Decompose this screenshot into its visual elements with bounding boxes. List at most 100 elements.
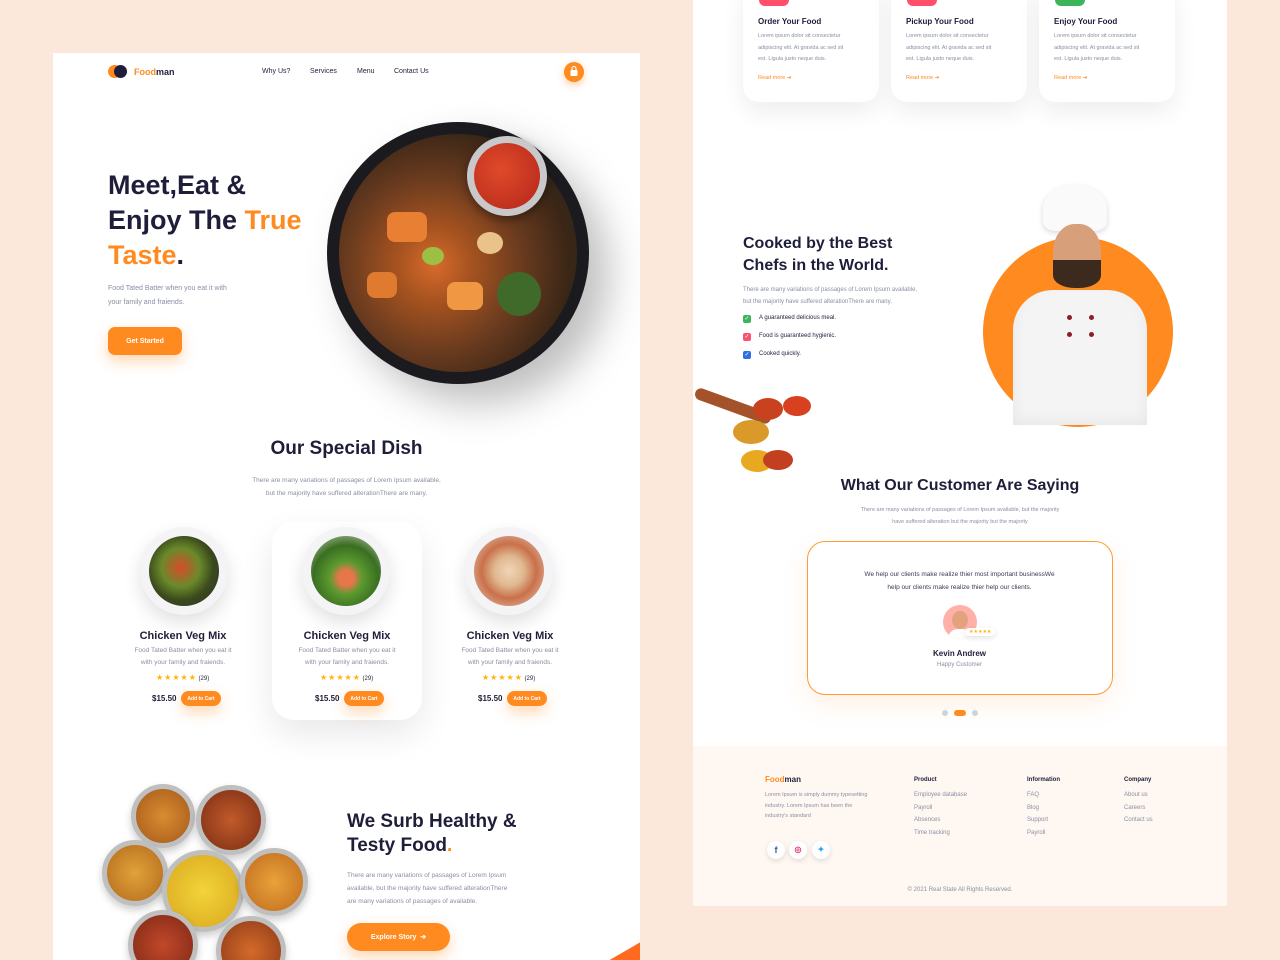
step-card-pickup[interactable]: Pickup Your Food Lorem ipsum dolor sit c…: [891, 0, 1027, 102]
footer-column-information: Information FAQ Blog Support Payroll: [1027, 777, 1060, 840]
healthy-food-title: We Surb Healthy & Testy Food.: [347, 811, 517, 856]
carousel-dot-active[interactable]: [954, 710, 966, 716]
dish-plate-image: [140, 527, 228, 615]
pickup-step-icon: [907, 0, 937, 6]
chefs-description: There are many variations of passages of…: [743, 287, 918, 305]
home-page-panel-continued: Order Your Food Lorem ipsum dolor sit co…: [693, 0, 1227, 906]
testimonial-card: We help our clients make realize thier m…: [807, 541, 1113, 695]
footer-link[interactable]: FAQ: [1027, 789, 1060, 802]
add-to-cart-button[interactable]: Add to Cart: [507, 691, 547, 706]
special-dish-title: Our Special Dish: [270, 438, 423, 459]
footer-about: Lorem Ipsum is simply dummy typesetting i…: [765, 792, 868, 819]
twitter-icon[interactable]: ✦: [812, 841, 830, 859]
dish-card-description: Food Tated Batter when you eat it with y…: [298, 647, 396, 666]
dish-card-rating: ★★★★★ (29): [320, 673, 374, 682]
instagram-icon[interactable]: ◎: [789, 841, 807, 859]
copyright-text: © 2021 Real State All Rights Reserved.: [907, 887, 1013, 893]
step-title: Order Your Food: [758, 17, 822, 26]
order-step-icon: [759, 0, 789, 6]
footer-link[interactable]: Payroll: [914, 802, 967, 815]
logo-text[interactable]: Foodman: [134, 67, 175, 77]
dish-card-title: Chicken Veg Mix: [303, 630, 391, 642]
dish-plate-image: [302, 527, 390, 615]
home-page-panel: Foodman Why Us? Services Menu Contact Us…: [53, 53, 640, 960]
step-title: Enjoy Your Food: [1054, 17, 1118, 26]
add-to-cart-button[interactable]: Add to Cart: [181, 691, 221, 706]
decorative-corner-shape: [609, 930, 640, 960]
footer-link[interactable]: Payroll: [1027, 827, 1060, 840]
dish-card-title: Chicken Veg Mix: [466, 630, 554, 642]
facebook-icon[interactable]: f: [767, 841, 785, 859]
dish-card-price: $15.50: [152, 694, 177, 703]
logo-text-man: man: [156, 67, 175, 77]
footer-column-product: Product Employee database Payroll Absenc…: [914, 777, 967, 840]
testimonials-description: There are many variations of passages of…: [860, 507, 1060, 525]
testimonials-title: What Our Customer Are Saying: [840, 477, 1080, 494]
testimonial-quote: We help our clients make realize thier m…: [864, 571, 1055, 591]
footer: Foodman Lorem Ipsum is simply dummy type…: [693, 746, 1227, 906]
shopping-bag-icon: [570, 65, 578, 76]
footer-logo[interactable]: Foodman: [765, 775, 801, 784]
read-more-link[interactable]: Read more ➔: [1054, 75, 1087, 81]
footer-link[interactable]: Contact us: [1124, 814, 1153, 827]
footer-link[interactable]: Employee database: [914, 789, 967, 802]
dish-card-rating: ★★★★★ (29): [482, 673, 536, 682]
footer-link[interactable]: Time tracking: [914, 827, 967, 840]
nav-menu[interactable]: Menu: [357, 68, 375, 75]
customer-role: Happy Customer: [936, 662, 983, 668]
step-card-order[interactable]: Order Your Food Lorem ipsum dolor sit co…: [743, 0, 879, 102]
special-dish-description: There are many variations of passages of…: [252, 477, 441, 497]
carousel-dot[interactable]: [972, 710, 978, 716]
customer-name: Kevin Andrew: [932, 649, 987, 658]
dish-card-price: $15.50: [315, 694, 340, 703]
read-more-link[interactable]: Read more ➔: [758, 75, 791, 81]
dish-card-rating: ★★★★★ (29): [156, 673, 210, 682]
footer-link[interactable]: Support: [1027, 814, 1060, 827]
check-icon: ✓: [743, 315, 751, 323]
dish-card-description: Food Tated Batter when you eat it with y…: [134, 647, 232, 666]
footer-link[interactable]: Absences: [914, 814, 967, 827]
step-card-enjoy[interactable]: Enjoy Your Food Lorem ipsum dolor sit co…: [1039, 0, 1175, 102]
chef-image: [1005, 180, 1155, 425]
step-description: Lorem ipsum dolor sit consectetur adipisc…: [1054, 33, 1140, 62]
logo-text-food: Food: [134, 67, 156, 77]
hero-food-bowl-image: [327, 122, 589, 384]
chefs-title: Cooked by the Best Chefs in the World.: [743, 235, 893, 274]
feature-check-item: A guaranteed delicious meal.: [759, 315, 837, 321]
carousel-dot[interactable]: [942, 710, 948, 716]
spices-image: [693, 380, 818, 490]
dish-plate-image: [465, 527, 553, 615]
footer-column-company: Company About us Careers Contact us: [1124, 777, 1153, 827]
read-more-link[interactable]: Read more ➔: [906, 75, 939, 81]
hero-line-2: Enjoy The True: [108, 205, 302, 235]
footer-link[interactable]: About us: [1124, 789, 1153, 802]
logo-icon[interactable]: [108, 65, 128, 79]
curry-pots-image: [98, 780, 313, 960]
add-to-cart-button[interactable]: Add to Cart: [344, 691, 384, 706]
step-title: Pickup Your Food: [906, 17, 974, 26]
hero-line-1: Meet,Eat &: [108, 170, 247, 200]
get-started-button[interactable]: Get Started: [108, 327, 182, 355]
cart-button[interactable]: [564, 62, 584, 82]
nav-services[interactable]: Services: [310, 68, 337, 75]
dish-card-price: $15.50: [478, 694, 503, 703]
arrow-right-icon: ➔: [420, 934, 427, 941]
dish-card-description: Food Tated Batter when you eat it with y…: [461, 647, 559, 666]
explore-story-button[interactable]: Explore Story ➔: [347, 923, 450, 951]
rating-stars: ★★★★★: [965, 628, 996, 636]
step-description: Lorem ipsum dolor sit consectetur adipisc…: [906, 33, 992, 62]
check-icon: ✓: [743, 333, 751, 341]
dish-card-title: Chicken Veg Mix: [139, 630, 227, 642]
hero-headline: Meet,Eat & Enjoy The True Taste.: [108, 168, 302, 273]
enjoy-step-icon: [1055, 0, 1085, 6]
step-description: Lorem ipsum dolor sit consectetur adipisc…: [758, 33, 844, 62]
footer-link[interactable]: Careers: [1124, 802, 1153, 815]
healthy-food-description: There are many variations of passages of…: [347, 872, 508, 905]
footer-link[interactable]: Blog: [1027, 802, 1060, 815]
feature-check-item: Food is guaranteed hygienic.: [759, 333, 837, 339]
hero-description: Food Tated Batter when you eat it with y…: [108, 285, 227, 306]
nav-why-us[interactable]: Why Us?: [262, 68, 290, 75]
nav-contact-us[interactable]: Contact Us: [394, 68, 429, 75]
feature-check-item: Cooked quickly.: [759, 351, 801, 357]
check-icon: ✓: [743, 351, 751, 359]
